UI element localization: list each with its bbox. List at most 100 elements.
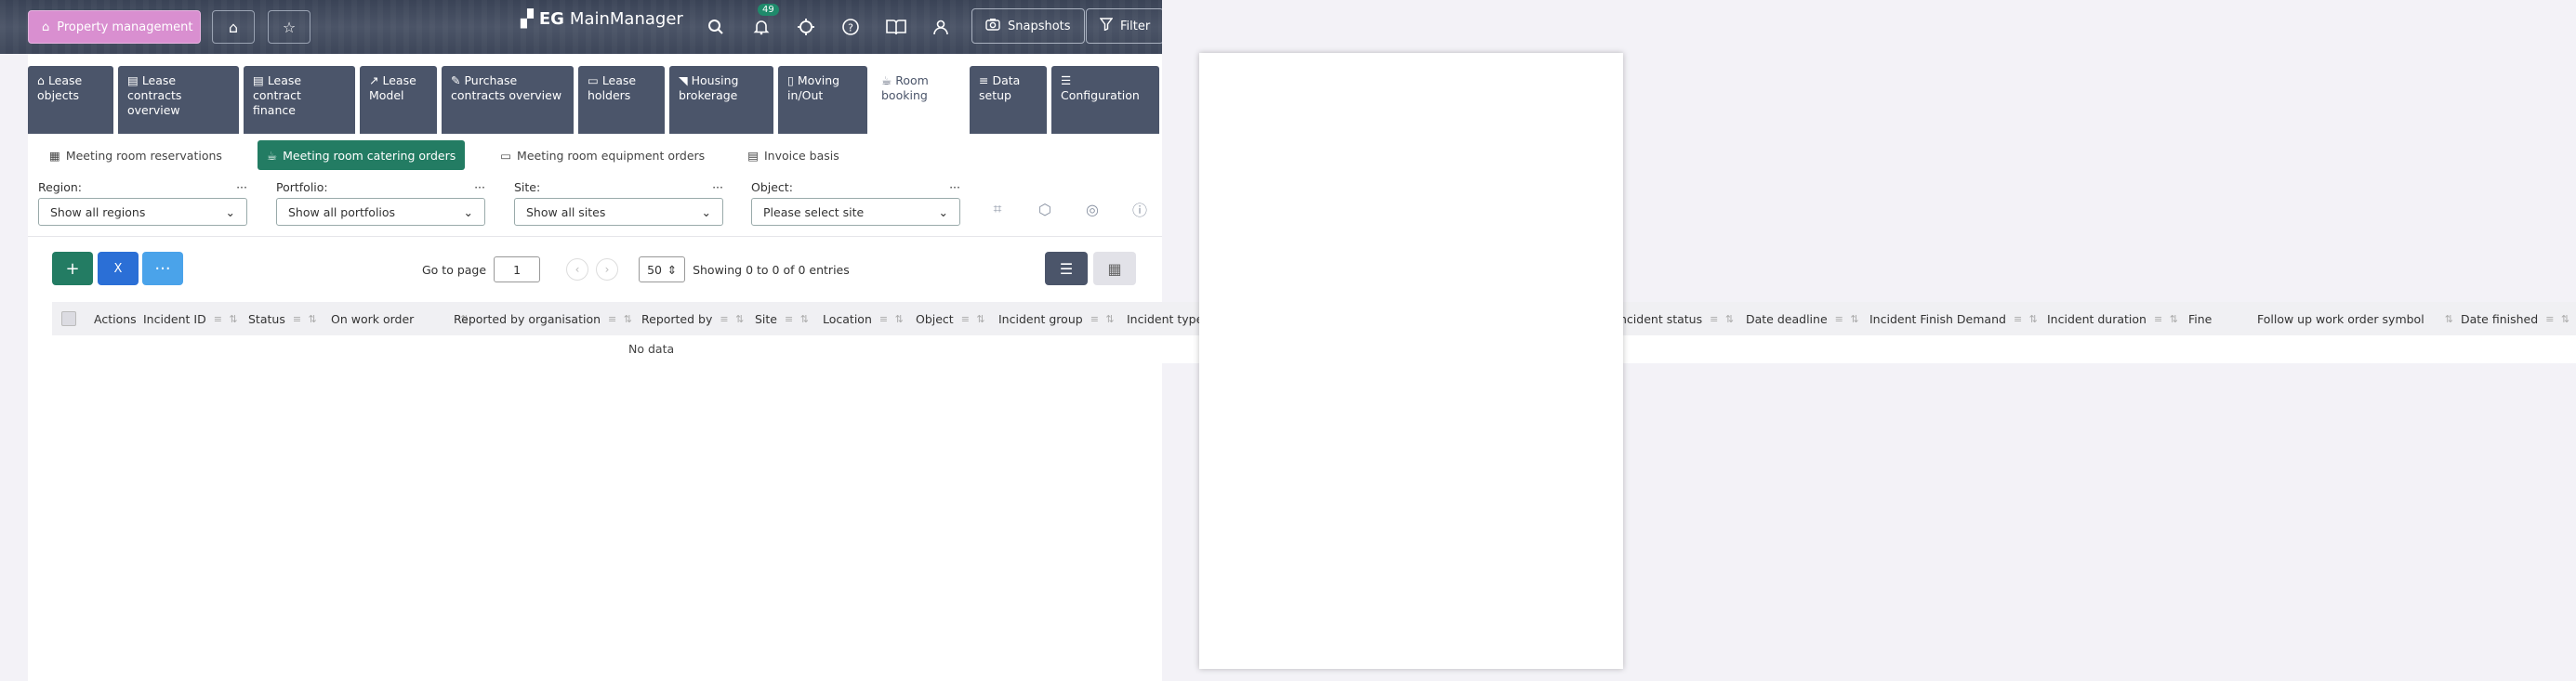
tab-room-booking[interactable]: ☕ Room booking <box>872 66 965 134</box>
col-incident-type[interactable]: Incident type <box>1127 302 1203 335</box>
column-label: On work order <box>331 311 415 326</box>
sort-icon[interactable]: ≡ ⇅ <box>2545 313 2571 325</box>
tab-lease-holders[interactable]: ▭ Lease holders <box>578 66 665 134</box>
col-reported-by-organisation[interactable]: Reported by organisation ≡ ⇅ <box>454 302 634 335</box>
sort-icon[interactable]: ≡ ⇅ <box>293 313 319 325</box>
sort-icon[interactable]: ⇅ <box>2445 313 2455 325</box>
site-filter: Site: ··· Show all sites ⌄ <box>514 180 723 226</box>
stepper-icon: ⇕ <box>667 262 678 277</box>
page-input[interactable]: 1 <box>494 256 541 282</box>
subtab-meeting-room-catering-orders[interactable]: ☕ Meeting room catering orders <box>257 140 466 170</box>
sort-icon[interactable]: ≡ ⇅ <box>720 313 746 325</box>
snapshots-button[interactable]: Snapshots <box>971 8 1085 44</box>
globe-icon[interactable]: ◎ <box>1078 195 1106 223</box>
main-panel: ⌂ Lease objects ▤ Lease contracts overview… <box>28 54 1162 681</box>
more-options-icon[interactable]: ··· <box>712 180 723 194</box>
col-reported-by[interactable]: Reported by ≡ ⇅ <box>641 302 746 335</box>
info-icon[interactable]: ⓘ <box>1126 195 1154 223</box>
tab-configuration[interactable]: ☰Configuration <box>1051 66 1159 134</box>
column-label: Incident type <box>1127 311 1204 326</box>
logo-prefix: EG <box>538 9 564 29</box>
col-site[interactable]: Site ≡ ⇅ <box>755 302 811 335</box>
object-select[interactable]: Please select site ⌄ <box>751 198 960 226</box>
grid-icon: ▦ <box>1107 259 1122 278</box>
logo-mark-icon: ▞ <box>521 9 534 29</box>
id-card-icon: ▭ <box>588 73 599 87</box>
site-select[interactable]: Show all sites ⌄ <box>514 198 723 226</box>
help-icon[interactable]: ? <box>839 15 863 39</box>
grid-view-button[interactable]: ▦ <box>1093 252 1136 285</box>
sort-icon[interactable]: ≡ ⇅ <box>1090 313 1116 325</box>
sort-icon[interactable]: ≡ ⇅ <box>608 313 634 325</box>
col-date-deadline[interactable]: Date deadline ≡ ⇅ <box>1746 302 1861 335</box>
sort-icon[interactable]: ≡ ⇅ <box>214 313 240 325</box>
prev-page-icon[interactable]: ‹ <box>566 258 589 281</box>
region-select[interactable]: Show all regions ⌄ <box>38 198 247 226</box>
home-button[interactable]: ⌂ <box>212 10 255 44</box>
excel-export-button[interactable]: X <box>98 252 139 285</box>
sort-icon[interactable]: ≡ ⇅ <box>961 313 987 325</box>
subtab-meeting-room-equipment-orders[interactable]: ▭ Meeting room equipment orders <box>493 140 712 170</box>
more-options-icon[interactable]: ··· <box>949 180 960 194</box>
object-value: Please select site <box>763 204 865 219</box>
col-incident-group[interactable]: Incident group ≡ ⇅ <box>998 302 1116 335</box>
popup-panel[interactable] <box>1199 53 1623 669</box>
list-view-button[interactable]: ☰ <box>1045 252 1088 285</box>
chevron-down-icon: ⌄ <box>701 204 711 219</box>
cube-icon[interactable]: ⬡ <box>1031 195 1059 223</box>
sort-icon[interactable]: ≡ ⇅ <box>785 313 811 325</box>
col-object[interactable]: Object ≡ ⇅ <box>916 302 987 335</box>
col-location[interactable]: Location ≡ ⇅ <box>823 302 905 335</box>
col-on-work-order[interactable]: On work order ⇅ <box>331 302 471 335</box>
col-date-finished[interactable]: Date finished ≡ ⇅ <box>2461 302 2571 335</box>
home-icon: ⌂ <box>228 18 239 36</box>
col-status[interactable]: Status ≡ ⇅ <box>248 302 319 335</box>
polygon-select-icon[interactable]: ⌗ <box>984 195 1011 223</box>
portfolio-select[interactable]: Show all portfolios ⌄ <box>276 198 485 226</box>
tab-lease-model[interactable]: ↗ Lease Model <box>360 66 437 134</box>
tab-lease-contract-finance[interactable]: ▤ Lease contract finance <box>244 66 355 134</box>
subtab-meeting-room-reservations[interactable]: ▦ Meeting room reservations <box>42 140 230 170</box>
sort-icon[interactable]: ≡ ⇅ <box>879 313 905 325</box>
tab-housing-brokerage[interactable]: ◥ Housing brokerage <box>669 66 773 134</box>
sort-icon[interactable]: ≡ ⇅ <box>2154 313 2180 325</box>
col-incident-id[interactable]: Incident ID ≡ ⇅ <box>143 302 240 335</box>
sort-icon[interactable]: ≡ ⇅ <box>2014 313 2040 325</box>
tab-purchase-contracts-overview[interactable]: ✎ Purchase contracts overview <box>442 66 574 134</box>
col-actions[interactable]: Actions <box>94 302 137 335</box>
user-icon[interactable] <box>929 15 953 39</box>
col-incident-finish-demand[interactable]: Incident Finish Demand ≡ ⇅ <box>1869 302 2040 335</box>
page-size-select[interactable]: 50 ⇕ <box>639 256 686 282</box>
search-icon[interactable] <box>704 15 728 39</box>
more-options-icon[interactable]: ··· <box>236 180 247 194</box>
tab-lease-objects[interactable]: ⌂ Lease objects <box>28 66 113 134</box>
book-icon[interactable] <box>884 15 908 39</box>
col-follow-up-work-order-symbol[interactable]: Follow up work order symbol ⇅ <box>2257 302 2455 335</box>
col-incident-duration[interactable]: Incident duration ≡ ⇅ <box>2047 302 2180 335</box>
column-label: Actions <box>94 311 137 326</box>
tab-data-setup[interactable]: ≡ Data setup <box>970 66 1047 134</box>
target-icon[interactable] <box>794 15 818 39</box>
subtab-invoice-basis[interactable]: ▤ Invoice basis <box>740 140 847 170</box>
tab-lease-contracts-overview[interactable]: ▤ Lease contracts overview <box>118 66 239 134</box>
sort-icon[interactable]: ≡ ⇅ <box>1835 313 1861 325</box>
portfolio-label: Portfolio: <box>276 180 328 194</box>
sort-icon[interactable]: ≡ ⇅ <box>1710 313 1736 325</box>
bell-icon[interactable] <box>749 15 773 39</box>
more-options-icon[interactable]: ··· <box>474 180 485 194</box>
property-management-button[interactable]: ⌂ Property management <box>28 10 201 44</box>
notification-badge: 49 <box>758 4 779 16</box>
select-all-checkbox[interactable] <box>61 311 76 326</box>
tab-moving-in-out[interactable]: ▯ Moving in/Out <box>778 66 867 134</box>
home-icon: ⌂ <box>42 20 50 34</box>
add-button[interactable]: + <box>52 252 93 285</box>
next-page-icon[interactable]: › <box>596 258 619 281</box>
filter-button[interactable]: Filter <box>1086 8 1165 44</box>
page-size-value: 50 <box>647 262 662 277</box>
subtab-label: Meeting room equipment orders <box>517 148 706 163</box>
column-label: Date finished <box>2461 311 2539 326</box>
col-fine[interactable]: Fine <box>2188 302 2249 335</box>
favorites-button[interactable]: ☆ <box>268 10 310 44</box>
col-incident-status[interactable]: ncident status ≡ ⇅ <box>1619 302 1736 335</box>
more-actions-button[interactable]: ··· <box>142 252 183 285</box>
